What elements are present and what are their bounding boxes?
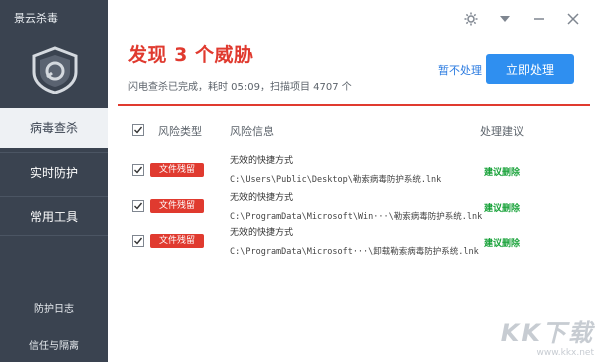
check-icon [134,237,143,245]
sidebar-item-tools[interactable]: 常用工具 [0,196,108,236]
window-controls [454,8,590,30]
sidebar-item-label: 常用工具 [29,210,78,224]
row-path: C:\Users\Public\Desktop\勒索病毒防护系统.lnk [230,175,442,185]
row-title: 无效的快捷方式 [230,228,294,238]
sidebar-item-realtime-protection[interactable]: 实时防护 [0,152,108,192]
row-title: 无效的快捷方式 [230,156,294,166]
risk-badge: 文件残留 [150,199,204,213]
shield-logo-icon [32,46,78,94]
row-checkbox[interactable] [132,164,144,176]
row-checkbox[interactable] [132,235,144,247]
sidebar-item-virus-scan[interactable]: 病毒查杀 [0,108,108,148]
header-risk-info: 风险信息 [230,125,274,138]
main-panel: 发现 3 个威胁 闪电查杀已完成，耗时 05:09，扫描项目 4707 个 暂不… [108,0,600,362]
check-icon [134,202,143,210]
risk-badge: 文件残留 [150,234,204,248]
row-action-delete[interactable]: 建议删除 [484,236,520,249]
row-title: 无效的快捷方式 [230,193,294,203]
sidebar-item-label: 病毒查杀 [29,121,78,135]
threat-headline: 发现 3 个威胁 [128,44,254,66]
row-path: C:\ProgramData\Microsoft\Win···\勒索病毒防护系统… [230,212,483,222]
settings-icon[interactable] [454,8,488,30]
ignore-button[interactable]: 暂不处理 [438,62,482,78]
row-checkbox[interactable] [132,200,144,212]
watermark-brand: KK下载 [500,319,594,347]
app-title: 景云杀毒 [14,12,58,25]
sidebar-item-label: 实时防护 [29,166,78,180]
minimize-icon[interactable] [522,8,556,30]
header-action: 处理建议 [480,125,524,138]
watermark: KK下载 www.kkx.net [501,313,594,358]
sidebar-link-protection-log[interactable]: 防护日志 [0,300,108,315]
close-icon[interactable] [556,8,590,30]
sidebar-link-trust-quarantine[interactable]: 信任与隔离 [0,337,108,352]
row-path: C:\ProgramData\Microsoft···\卸载勒索病毒防护系统.l… [230,247,479,257]
scan-summary: 闪电查杀已完成，耗时 05:09，扫描项目 4707 个 [128,82,352,93]
menu-dropdown-icon[interactable] [488,8,522,30]
sidebar: 景云杀毒 病毒查杀 实时防护 常用工具 防护日志 信任与隔离 [0,0,108,362]
header-risk-type: 风险类型 [158,125,202,138]
check-icon [134,126,143,134]
row-action-delete[interactable]: 建议删除 [484,165,520,178]
watermark-url: www.kkx.net [536,348,595,358]
divider [118,104,590,106]
check-icon [134,166,143,174]
row-action-delete[interactable]: 建议删除 [484,201,520,214]
select-all-checkbox[interactable] [132,124,144,136]
handle-now-button[interactable]: 立即处理 [486,54,574,84]
risk-badge: 文件残留 [150,163,204,177]
